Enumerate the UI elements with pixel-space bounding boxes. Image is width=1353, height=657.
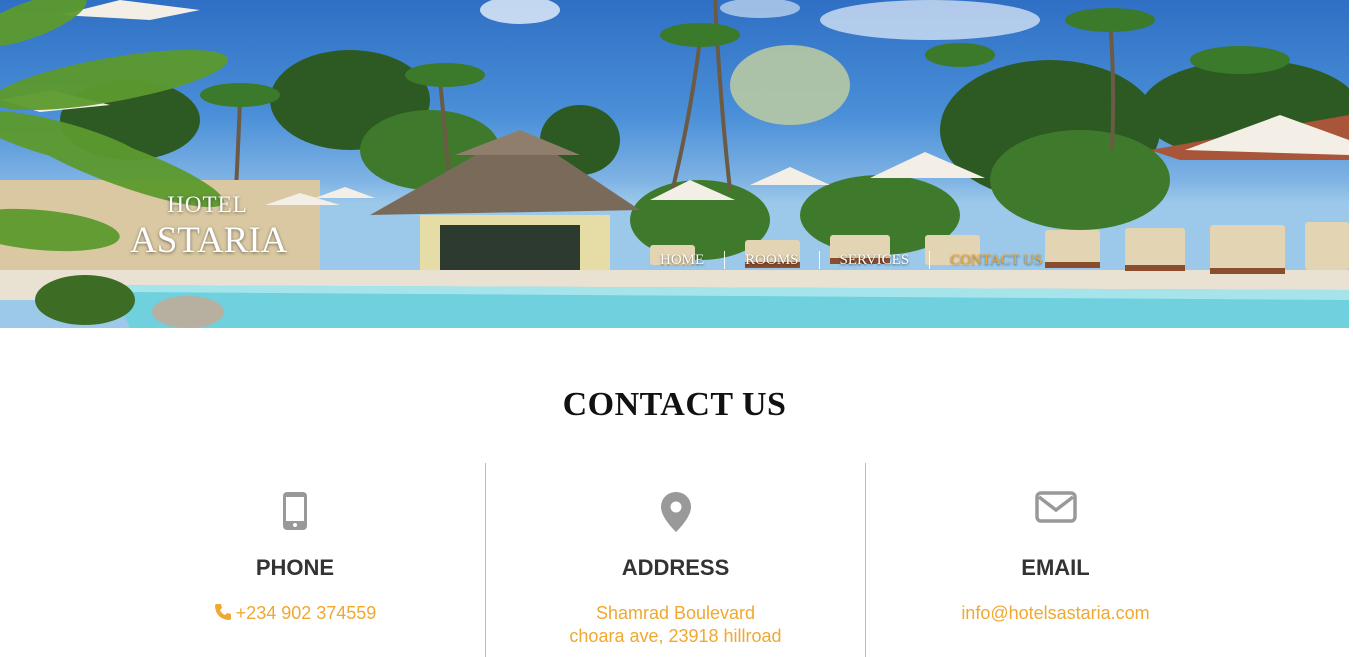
- envelope-icon: [866, 491, 1245, 535]
- address-column: ADDRESS Shamrad Boulevard choara ave, 23…: [485, 463, 865, 657]
- nav-home[interactable]: HOME: [640, 248, 724, 272]
- resort-pool-photo: [0, 0, 1349, 328]
- address-value: Shamrad Boulevard choara ave, 23918 hill…: [486, 602, 865, 648]
- logo-line-astaria: ASTARIA: [130, 220, 288, 261]
- contact-section-title: CONTACT US: [562, 386, 787, 423]
- contact-info-columns: PHONE +234 902 374559 ADDRESS Shamrad Bo…: [105, 463, 1245, 657]
- nav-contact-us[interactable]: CONTACT US: [930, 248, 1062, 272]
- email-heading: EMAIL: [1021, 555, 1090, 580]
- phone-number[interactable]: +234 902 374559: [105, 602, 485, 627]
- address-line-1: Shamrad Boulevard: [595, 603, 756, 623]
- hero-banner: HOTEL ASTARIA HOME ROOMS SERVICES CONTAC…: [0, 0, 1349, 328]
- phone-icon: [214, 603, 232, 627]
- address-line-2: choara ave, 23918 hillroad: [569, 626, 782, 646]
- nav-divider: [818, 251, 820, 269]
- map-marker-icon: [486, 491, 865, 535]
- email-column: EMAIL info@hotelsastaria.com: [865, 463, 1245, 657]
- nav-rooms[interactable]: ROOMS: [725, 248, 818, 272]
- phone-value: +234 902 374559: [235, 603, 377, 623]
- phone-heading: PHONE: [255, 555, 335, 580]
- hotel-logo[interactable]: HOTEL ASTARIA: [130, 190, 288, 262]
- phone-column: PHONE +234 902 374559: [105, 463, 485, 657]
- nav-divider: [929, 251, 931, 269]
- mobile-phone-icon: [105, 491, 485, 535]
- email-link[interactable]: info@hotelsastaria.com: [866, 602, 1245, 625]
- address-heading: ADDRESS: [621, 555, 730, 580]
- logo-line-hotel: HOTEL: [167, 192, 248, 217]
- nav-divider: [724, 251, 726, 269]
- nav-services[interactable]: SERVICES: [820, 248, 930, 272]
- main-nav: HOME ROOMS SERVICES CONTACT US: [640, 248, 1062, 272]
